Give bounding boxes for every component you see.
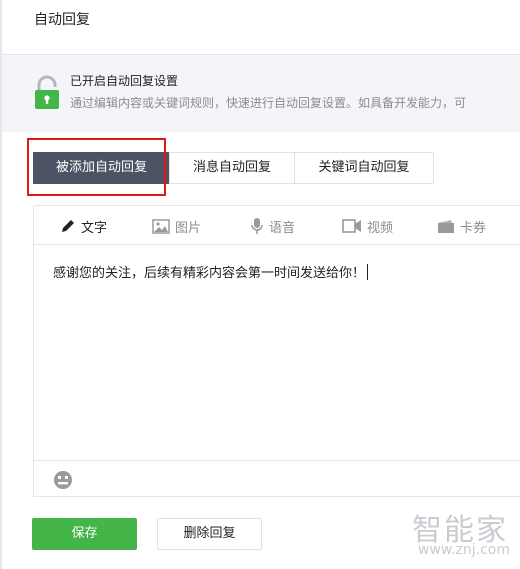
watermark-url: www.znj.com [418,542,510,558]
pencil-icon [62,220,74,232]
watermark: 智能家 www.znj.com [400,505,518,565]
tool-voice-label: 语音 [269,220,296,236]
tab-message-auto-reply[interactable]: 消息自动回复 [169,152,295,184]
tab-keyword-auto-reply[interactable]: 关键词自动回复 [294,152,434,184]
video-icon [342,219,361,233]
tool-card-label: 卡券 [460,220,487,236]
card-icon [438,220,454,233]
lock-icon [35,75,59,109]
tool-text-label: 文字 [81,220,108,236]
editor-toolbar: 文字 图片 语音 视频 卡券 [34,206,520,245]
tool-video[interactable]: 视频 [342,216,393,236]
tool-card[interactable]: 卡券 [437,216,486,236]
text-caret [367,264,369,280]
delete-reply-button[interactable]: 删除回复 [157,518,262,550]
tool-text[interactable]: 文字 [60,216,107,236]
notice-description: 通过编辑内容或关键词规则，快速进行自动回复设置。如具备开发能力，可 [70,96,467,110]
reply-content-text: 感谢您的关注，后续有精彩内容会第一时间发送给你！ [53,266,366,281]
microphone-icon [251,218,263,234]
tool-image[interactable]: 图片 [152,216,201,236]
smiley-icon[interactable] [53,470,73,490]
save-button[interactable]: 保存 [32,518,137,550]
notice-title: 已开启自动回复设置 [70,74,179,88]
tool-image-label: 图片 [175,220,202,236]
active-tab-highlight-box [27,138,166,196]
auto-reply-notice: 已开启自动回复设置 通过编辑内容或关键词规则，快速进行自动回复设置。如具备开发能… [2,55,520,132]
tool-video-label: 视频 [367,220,394,236]
tool-voice[interactable]: 语音 [250,216,295,236]
auto-reply-page: 自动回复 已开启自动回复设置 通过编辑内容或关键词规则，快速进行自动回复设置。如… [0,0,520,569]
page-title: 自动回复 [34,12,90,28]
image-icon [152,218,170,234]
reply-content-input[interactable]: 感谢您的关注，后续有精彩内容会第一时间发送给你！ [53,262,369,281]
emoji-bar [34,460,520,497]
reply-editor: 文字 图片 语音 视频 卡券 感谢您的关注，后续有精彩内容会第一时间发送给你！ [33,205,520,497]
